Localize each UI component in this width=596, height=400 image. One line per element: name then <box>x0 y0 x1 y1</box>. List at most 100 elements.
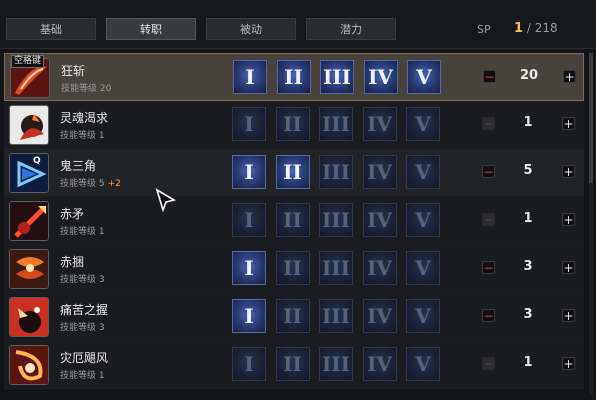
skill-level-label: 技能等级 5 <box>60 179 105 189</box>
plus-button[interactable]: + <box>562 213 575 226</box>
tier-button[interactable]: IV <box>362 347 397 381</box>
skill-name: 灵魂渴求 <box>60 111 109 125</box>
skill-row[interactable]: 灾厄飓风 技能等级 1 I II III IV V − 1 + <box>4 341 584 389</box>
skill-name: 灾厄飓风 <box>60 351 109 365</box>
keybind-tag: 空格键 <box>11 55 45 68</box>
mouse-cursor-icon <box>155 188 177 213</box>
minus-button[interactable]: − <box>482 165 495 178</box>
skill-level-text: 技能等级 5 +2 <box>60 176 121 189</box>
tier-button[interactable]: IV <box>362 251 397 285</box>
skill-row[interactable]: Q 鬼三角 技能等级 5 +2 I II III IV V − 5 + <box>4 149 584 197</box>
tier-button[interactable]: I <box>232 299 266 333</box>
tier-button[interactable]: II <box>276 60 311 94</box>
skill-icon[interactable]: Q <box>9 153 49 193</box>
skill-level-label: 技能等级 1 <box>60 371 105 381</box>
top-tab-bar: 基础 转职 被动 潜力 SP 1 / 218 <box>0 0 596 48</box>
tier-button[interactable]: III <box>319 203 353 237</box>
tier-button[interactable]: I <box>232 251 266 285</box>
tab-passive[interactable]: 被动 <box>206 18 296 40</box>
tier-button[interactable]: V <box>406 299 440 333</box>
skill-row[interactable]: 赤捆 技能等级 3 I II III IV V − 3 + <box>4 245 584 293</box>
plus-button[interactable]: + <box>562 165 575 178</box>
tier-button[interactable]: V <box>406 251 440 285</box>
skill-name: 痛苦之握 <box>60 303 109 317</box>
skill-level-text: 技能等级 1 <box>60 128 105 141</box>
hotkey-tag: Q <box>33 156 41 166</box>
skill-name: 狂斩 <box>61 64 86 78</box>
skill-level-value: 3 <box>523 307 533 322</box>
plus-button[interactable]: + <box>562 309 575 322</box>
skill-level-label: 技能等级 20 <box>61 84 112 94</box>
tier-button[interactable]: IV <box>363 60 398 94</box>
plus-button[interactable]: + <box>563 70 576 83</box>
skill-icon[interactable] <box>9 297 49 337</box>
plus-button[interactable]: + <box>562 117 575 130</box>
minus-button[interactable]: − <box>482 117 495 130</box>
skill-row[interactable]: 灵魂渴求 技能等级 1 I II III IV V − 1 + <box>4 101 584 149</box>
sp-current: 1 <box>514 21 524 36</box>
tier-button[interactable]: IV <box>362 203 397 237</box>
skill-icon[interactable] <box>9 249 49 289</box>
sp-counter: 1 / 218 <box>514 21 558 36</box>
tier-button[interactable]: III <box>319 347 353 381</box>
tab-advancement[interactable]: 转职 <box>106 18 196 40</box>
tier-button[interactable]: II <box>275 155 310 189</box>
tab-basic[interactable]: 基础 <box>6 18 96 40</box>
skill-level-label: 技能等级 3 <box>60 275 105 285</box>
plus-button[interactable]: + <box>562 357 575 370</box>
skill-icon[interactable] <box>9 105 49 145</box>
tier-button[interactable]: IV <box>362 155 397 189</box>
skill-level-label: 技能等级 3 <box>60 323 105 333</box>
tier-button[interactable]: II <box>275 299 310 333</box>
tier-button[interactable]: III <box>319 107 353 141</box>
tier-button[interactable]: I <box>232 347 266 381</box>
skill-name: 赤矛 <box>60 207 85 221</box>
minus-button[interactable]: − <box>483 70 496 83</box>
skill-level-value: 3 <box>523 259 533 274</box>
tier-button[interactable]: I <box>232 107 266 141</box>
skill-level-text: 技能等级 1 <box>60 368 105 381</box>
skill-level-value: 1 <box>523 355 533 370</box>
tier-button[interactable]: II <box>275 107 310 141</box>
skill-level-text: 技能等级 3 <box>60 272 105 285</box>
skill-level-text: 技能等级 1 <box>60 224 105 237</box>
skill-name: 赤捆 <box>60 255 85 269</box>
skill-row[interactable]: 空格键 狂斩 技能等级 20 I II III IV V − 20 + <box>4 53 584 101</box>
minus-button[interactable]: − <box>482 309 495 322</box>
tier-button[interactable]: III <box>319 155 353 189</box>
tier-button[interactable]: I <box>232 203 266 237</box>
minus-button[interactable]: − <box>482 213 495 226</box>
tier-button[interactable]: III <box>319 251 353 285</box>
skill-row[interactable]: 痛苦之握 技能等级 3 I II III IV V − 3 + <box>4 293 584 341</box>
tier-button[interactable]: III <box>319 299 353 333</box>
tab-potential[interactable]: 潜力 <box>306 18 396 40</box>
tier-button[interactable]: V <box>406 203 440 237</box>
tier-button[interactable]: IV <box>362 107 397 141</box>
skill-name: 鬼三角 <box>60 159 97 173</box>
tier-button[interactable]: V <box>407 60 441 94</box>
skill-level-value: 1 <box>523 211 533 226</box>
skill-level-text: 技能等级 3 <box>60 320 105 333</box>
tier-button[interactable]: IV <box>362 299 397 333</box>
tier-button[interactable]: I <box>232 155 266 189</box>
tier-button[interactable]: III <box>320 60 354 94</box>
skill-level-value: 1 <box>523 115 533 130</box>
plus-button[interactable]: + <box>562 261 575 274</box>
tier-button[interactable]: II <box>275 251 310 285</box>
skill-list: 空格键 狂斩 技能等级 20 I II III IV V − 20 + 灵魂渴求 技能等… <box>4 53 584 389</box>
level-bonus: +2 <box>107 179 121 189</box>
scrollbar-thumb[interactable] <box>589 53 593 183</box>
tier-button[interactable]: I <box>233 60 267 94</box>
tier-button[interactable]: II <box>275 347 310 381</box>
tier-button[interactable]: II <box>275 203 310 237</box>
skill-level-label: 技能等级 1 <box>60 227 105 237</box>
tier-button[interactable]: V <box>406 347 440 381</box>
minus-button[interactable]: − <box>482 357 495 370</box>
skill-icon[interactable] <box>9 201 49 241</box>
skill-row[interactable]: 赤矛 技能等级 1 I II III IV V − 1 + <box>4 197 584 245</box>
sp-total: / 218 <box>526 21 558 35</box>
minus-button[interactable]: − <box>482 261 495 274</box>
tier-button[interactable]: V <box>406 107 440 141</box>
skill-icon[interactable] <box>9 345 49 385</box>
tier-button[interactable]: V <box>406 155 440 189</box>
